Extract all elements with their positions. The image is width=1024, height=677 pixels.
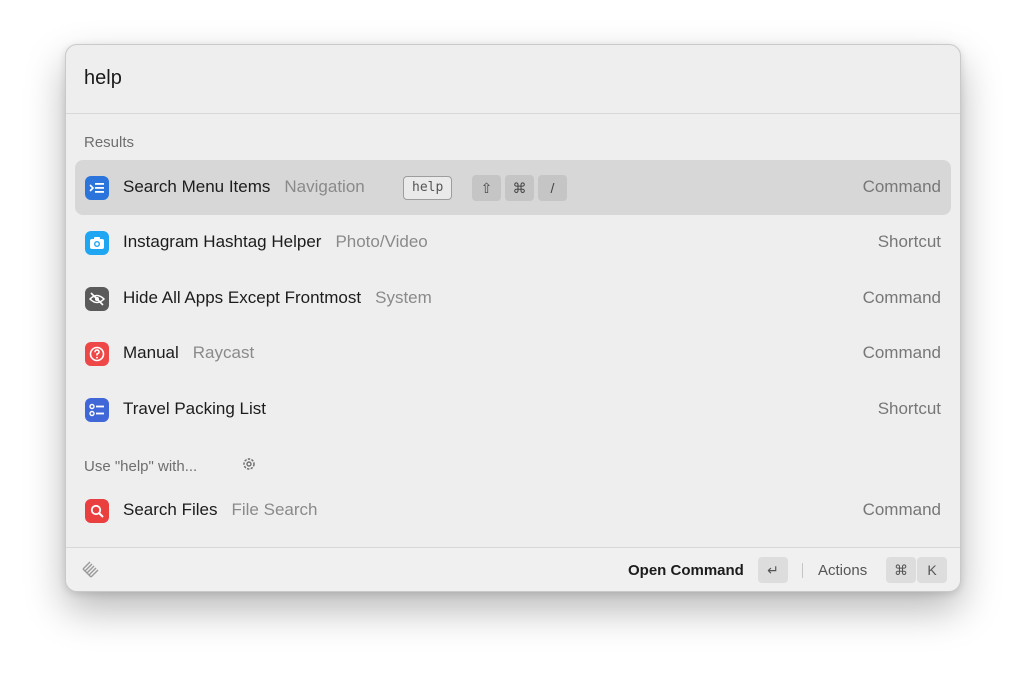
hotkey-command: ⌘ [505, 175, 534, 201]
result-row-search-menu-items[interactable]: Search Menu Items Navigation help ⇧ ⌘ / C… [75, 160, 951, 215]
alias-badge: help [403, 176, 453, 200]
menu-items-icon [85, 176, 109, 200]
result-title: Hide All Apps Except Frontmost System [123, 288, 432, 307]
result-subtitle: Raycast [192, 343, 255, 362]
actions-label[interactable]: Actions [818, 562, 867, 579]
command-palette-window: help Results Search Menu Items Navigation… [65, 44, 961, 592]
actions-command-key: ⌘ [886, 557, 916, 583]
result-kind: Command [862, 500, 941, 519]
result-kind: Command [862, 288, 941, 307]
result-title: Search Files File Search [123, 500, 318, 519]
result-subtitle: Photo/Video [335, 232, 428, 251]
result-title: Manual Raycast [123, 343, 255, 362]
result-kind: Command [862, 177, 941, 196]
open-command-label[interactable]: Open Command [628, 562, 744, 579]
result-row-hide-all-apps[interactable]: Hide All Apps Except Frontmost System Com… [75, 271, 951, 326]
help-circle-icon [85, 342, 109, 366]
gear-icon[interactable] [241, 456, 257, 477]
footer-divider [802, 563, 803, 578]
hotkey-shift: ⇧ [472, 175, 501, 201]
fallback-section-title: Use "help" with... [84, 458, 198, 475]
result-subtitle: Navigation [284, 177, 365, 196]
result-title: Travel Packing List [123, 399, 266, 418]
result-row-instagram-hashtag-helper[interactable]: Instagram Hashtag Helper Photo/Video Shor… [75, 215, 951, 270]
result-row-travel-packing-list[interactable]: Travel Packing List Shortcut [75, 382, 951, 437]
result-subtitle: File Search [231, 500, 318, 519]
results-section-title: Results [84, 134, 135, 151]
hotkey-slash: / [538, 175, 567, 201]
result-kind: Shortcut [877, 399, 941, 418]
actions-k-key: K [917, 557, 947, 583]
search-input[interactable]: help [84, 67, 122, 90]
result-title: Search Menu Items Navigation [123, 177, 365, 196]
result-title: Instagram Hashtag Helper Photo/Video [123, 232, 428, 251]
magnifier-icon [85, 499, 109, 523]
hidden-eye-icon [85, 287, 109, 311]
checklist-icon [85, 398, 109, 422]
result-kind: Command [862, 343, 941, 362]
fallback-row-search-files[interactable]: Search Files File Search Command [75, 483, 951, 538]
action-bar: Open Command ↵ Actions ⌘ K [66, 547, 960, 591]
raycast-logo-icon[interactable] [80, 560, 100, 585]
result-row-manual[interactable]: Manual Raycast Command [75, 326, 951, 381]
result-kind: Shortcut [877, 232, 941, 251]
enter-key: ↵ [758, 557, 788, 583]
result-subtitle: System [375, 288, 432, 307]
camera-icon [85, 231, 109, 255]
search-bar[interactable]: help [66, 45, 960, 114]
